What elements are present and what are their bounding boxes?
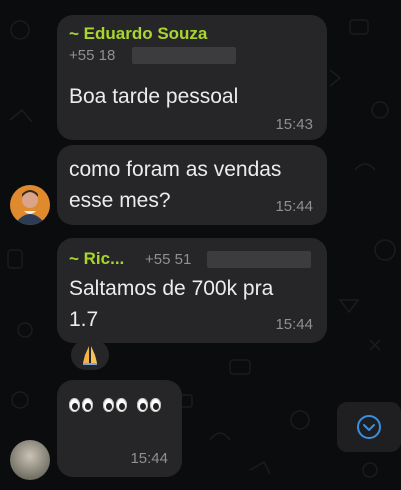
message-text-line: Saltamos de 700k pra — [69, 277, 274, 300]
message-text-line: esse mes? — [69, 189, 171, 212]
message-time: 15:44 — [130, 450, 168, 467]
message-text: Boa tarde pessoal — [69, 85, 239, 108]
message-bubble[interactable]: ~ Eduardo Souza +55 18 Boa tarde pessoal… — [57, 15, 327, 140]
message-text-line: 1.7 — [69, 308, 99, 331]
sender-name[interactable]: ~ Eduardo Souza — [69, 24, 207, 44]
sender-name[interactable]: ~ Ric... — [69, 249, 124, 269]
sender-phone: +55 18 — [69, 47, 116, 64]
sender-phone: +55 51 — [145, 251, 192, 268]
message-bubble[interactable]: como foram as vendas esse mes? 15:44 — [57, 145, 327, 225]
scroll-to-bottom-button[interactable] — [337, 402, 401, 452]
phone-redaction — [207, 251, 311, 268]
message-text-line: como foram as vendas — [69, 158, 282, 181]
phone-redaction — [132, 47, 236, 64]
message-time: 15:44 — [275, 198, 313, 215]
message-bubble[interactable]: ~ Ric... +55 51 Saltamos de 700k pra 1.7… — [57, 238, 327, 343]
eyes-emoji-icon — [69, 398, 161, 412]
folded-hands-icon — [83, 346, 97, 365]
avatar[interactable] — [10, 185, 50, 225]
avatar[interactable] — [10, 440, 50, 480]
message-time: 15:44 — [275, 316, 313, 333]
message-time: 15:43 — [275, 116, 313, 133]
message-reaction[interactable] — [71, 340, 109, 370]
message-bubble[interactable]: 15:44 — [57, 380, 182, 477]
chevron-down-circle-icon — [357, 415, 381, 439]
